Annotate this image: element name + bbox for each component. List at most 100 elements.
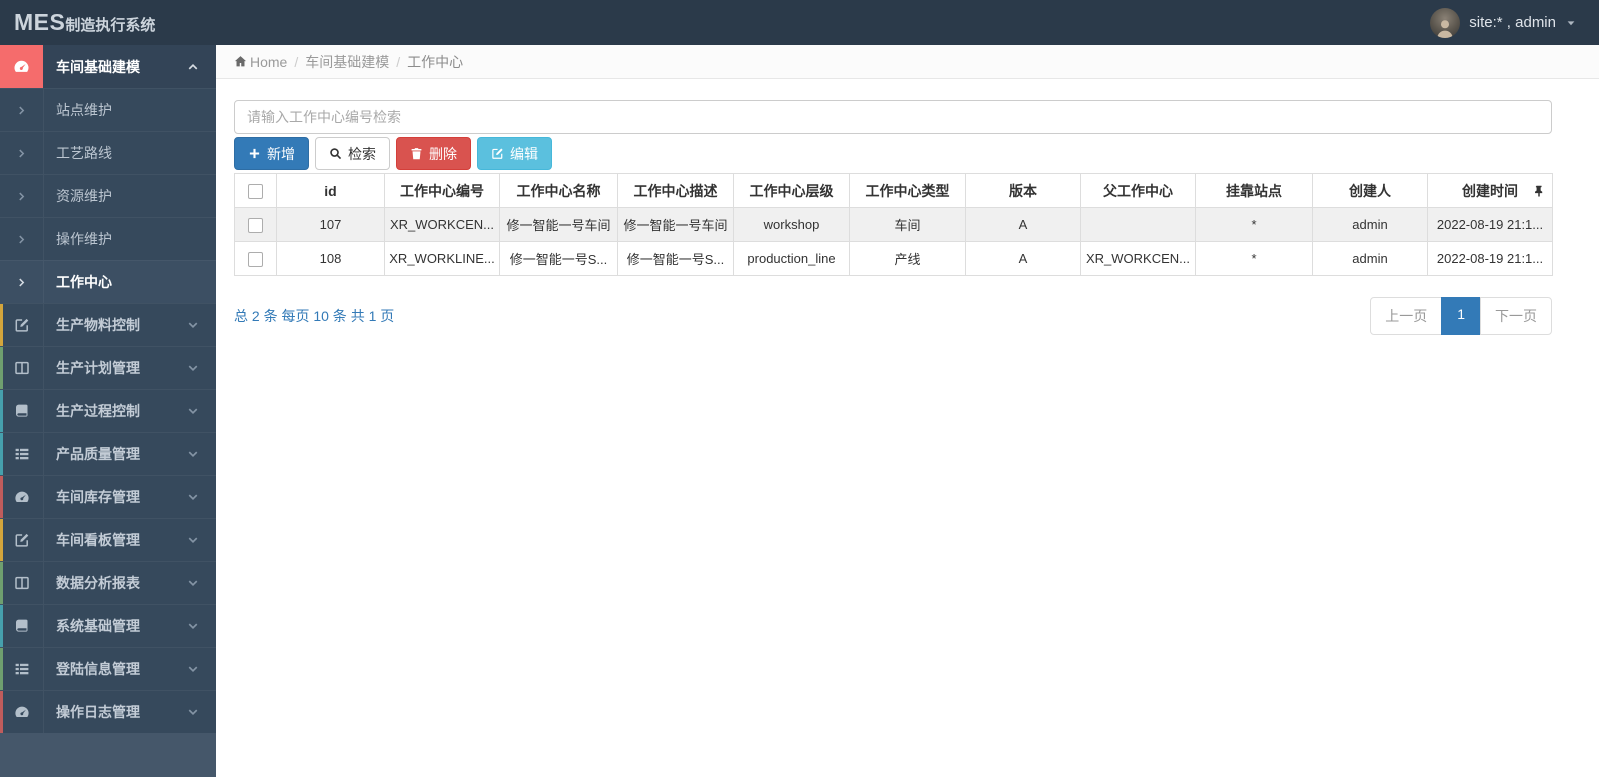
logo-mes-text: MES [14,9,66,35]
content-area: Home / 车间基础建模 / 工作中心 新增 检索 [216,45,1599,777]
table-row: 107 XR_WORKCEN... 修一智能一号车间 修一智能一号车间 workshop… [234,207,1553,242]
table-cell: XR_WORKCEN... [1080,241,1196,276]
edit-button-label: 编辑 [510,145,538,162]
sidebar-group-label: 登陆信息管理 [56,661,140,677]
chevron-down-icon [187,448,199,460]
page-body: 新增 检索 删除 编辑 [216,79,1553,335]
logo-subtitle-text: 制造执行系统 [65,17,156,34]
sidebar-groups: 生产物料控制 生产计划管理 生产过程控制产品质量管理 车间库存管理车间看板管理 数据分析… [0,303,216,733]
top-header-bar: MES制造执行系统 site:* , admin [0,0,1599,45]
edit-icon [0,317,43,333]
group-color-strip [0,605,3,647]
sidebar-group-label: 车间库存管理 [56,489,140,505]
breadcrumb-section[interactable]: 车间基础建模 [305,52,389,72]
table-cell [1080,207,1196,242]
prev-page-button[interactable]: 上一页 [1370,297,1443,335]
sidebar-item[interactable]: 资源维护 [0,174,216,217]
group-color-strip [0,390,3,432]
workcenter-table: id 工作中心编号 工作中心名称 工作中心描述 工作中心层级 工作中心类型 版本 父工作中心挂… [234,173,1553,276]
sidebar-group[interactable]: 生产过程控制 [0,389,216,432]
column-header: 工作中心名称 [499,173,618,208]
row-checkbox[interactable] [248,217,263,233]
column-header: 版本 [965,173,1081,208]
table-cell: 107 [276,207,385,242]
sidebar-group-label: 操作日志管理 [56,704,140,720]
sidebar-submenu: 站点维护工艺路线资源维护操作维护工作中心 [0,88,216,303]
delete-button[interactable]: 删除 [396,137,471,170]
breadcrumb-current: 工作中心 [407,53,464,70]
user-menu[interactable]: site:* , admin [1430,7,1599,38]
pagination: 上一页 1 下一页 [1370,297,1552,335]
table-cell: 产线 [849,241,966,276]
breadcrumb-separator: / [294,53,299,70]
sidebar-group-active[interactable]: 车间基础建模 [0,45,216,88]
pagination-summary: 总 2 条 每页 10 条 共 1 页 [234,308,395,324]
group-color-strip [0,304,3,346]
sidebar-item[interactable]: 工艺路线 [0,131,216,174]
select-all-checkbox[interactable] [248,183,263,199]
column-header: 父工作中心 [1080,173,1196,208]
trash-icon [410,147,423,160]
avatar [1430,7,1461,38]
chevron-down-icon [187,663,199,675]
list-icon [0,661,43,677]
add-button[interactable]: 新增 [234,137,309,170]
sidebar-group[interactable]: 车间看板管理 [0,518,216,561]
table-row: 108 XR_WORKLINE... 修一智能一号S... 修一智能一号S... pro… [234,241,1553,276]
edit-icon [0,532,43,548]
breadcrumb-separator: / [396,53,401,70]
home-icon [234,55,247,68]
sidebar-group[interactable]: 数据分析报表 [0,561,216,604]
table-cell: admin [1312,241,1428,276]
chevron-down-icon [187,577,199,589]
sidebar-item[interactable]: 工作中心 [0,260,216,303]
chevron-down-icon [187,620,199,632]
sidebar-item-label: 资源维护 [56,188,112,204]
sidebar-group[interactable]: 生产计划管理 [0,346,216,389]
sidebar-group[interactable]: 操作日志管理 [0,690,216,733]
sidebar-item[interactable]: 操作维护 [0,217,216,260]
chevron-down-icon [187,362,199,374]
search-button-label: 检索 [348,145,376,162]
sidebar-group[interactable]: 登陆信息管理 [0,647,216,690]
sidebar-group[interactable]: 产品质量管理 [0,432,216,475]
search-input[interactable] [234,100,1552,134]
sidebar-item-label: 工艺路线 [56,145,112,161]
columns-icon [0,360,43,376]
sidebar-group[interactable]: 生产物料控制 [0,303,216,346]
sidebar-group[interactable]: 系统基础管理 [0,604,216,647]
dashboard-icon [0,489,43,505]
book-icon [0,403,43,419]
table-header-row: id 工作中心编号 工作中心名称 工作中心描述 工作中心层级 工作中心类型 版本 父工作中心挂… [234,173,1553,208]
sidebar-group-label: 车间基础建模 [56,58,140,75]
chevron-down-icon [187,534,199,546]
sidebar-group-label: 产品质量管理 [56,446,140,462]
toolbar: 新增 检索 删除 编辑 [234,137,1552,170]
row-checkbox-cell [234,207,277,242]
chevron-down-icon [187,706,199,718]
chevron-right-icon [0,191,43,202]
sidebar-item-label: 工作中心 [56,274,112,290]
table-cell: production_line [733,241,850,276]
app-logo: MES制造执行系统 [0,9,155,36]
chevron-right-icon [0,277,43,288]
column-header: 创建时间 [1427,173,1553,208]
app-window: MES制造执行系统 site:* , admin 车间基础建模 站点维护工艺路线… [0,0,1599,777]
column-header: 工作中心类型 [849,173,966,208]
edit-button[interactable]: 编辑 [477,137,552,170]
table-cell: 修一智能一号S... [617,241,734,276]
table-cell: 修一智能一号S... [499,241,618,276]
table-cell: 车间 [849,207,966,242]
sidebar-item[interactable]: 站点维护 [0,88,216,131]
table-cell: XR_WORKLINE... [384,241,500,276]
list-icon [0,446,43,462]
row-checkbox[interactable] [248,251,263,267]
table-cell: XR_WORKCEN... [384,207,500,242]
search-button[interactable]: 检索 [315,137,390,170]
sidebar-group[interactable]: 车间库存管理 [0,475,216,518]
breadcrumb-home[interactable]: Home [250,54,287,70]
page-1-button[interactable]: 1 [1441,297,1481,335]
delete-button-label: 删除 [429,145,457,162]
column-header: id [276,173,385,208]
next-page-button[interactable]: 下一页 [1480,297,1552,335]
